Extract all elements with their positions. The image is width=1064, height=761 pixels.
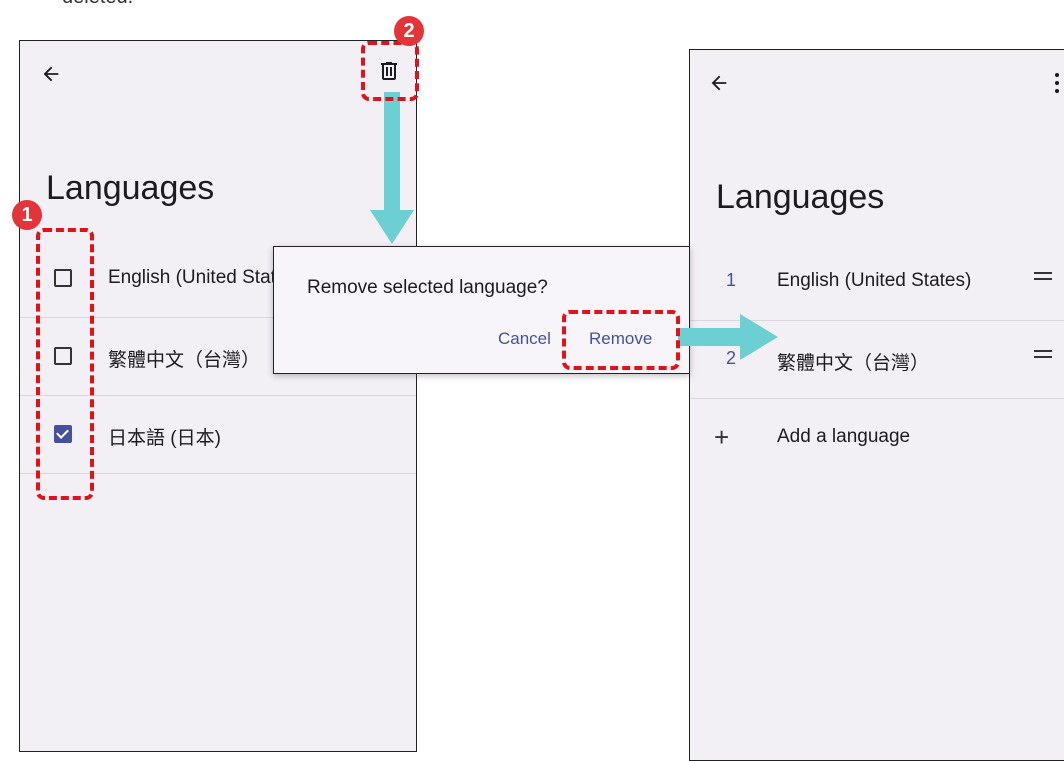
back-arrow-icon[interactable] <box>40 63 62 85</box>
language-label: 繁體中文（台灣） <box>777 353 930 374</box>
language-label: 繁體中文（台灣） <box>108 350 261 371</box>
caption-text: deleted. <box>62 0 133 9</box>
annotation-arrow-right <box>678 314 778 360</box>
step-2-badge: 2 <box>394 16 424 46</box>
back-arrow-icon[interactable] <box>708 72 730 94</box>
page-title: Languages <box>716 178 885 216</box>
language-label: English (United States) <box>777 270 972 291</box>
plus-icon: + <box>714 422 730 452</box>
annotation-arrow-down <box>370 92 414 244</box>
step-1-badge: 1 <box>12 200 42 230</box>
trash-highlight <box>361 41 419 101</box>
page-title: Languages <box>46 169 215 207</box>
right-screen: Languages 1 English (United States) 2 繁體… <box>689 49 1064 761</box>
drag-handle-icon[interactable] <box>1034 350 1052 360</box>
dialog-title: Remove selected language? <box>307 277 548 298</box>
checkbox-highlight <box>36 228 94 500</box>
language-label: 日本語 (日本) <box>108 428 221 449</box>
add-language-button[interactable]: + Add a language <box>690 398 1064 458</box>
remove-highlight <box>562 310 680 370</box>
cancel-button[interactable]: Cancel <box>498 329 551 349</box>
more-vert-icon[interactable] <box>1054 72 1060 94</box>
add-language-label: Add a language <box>777 426 911 447</box>
drag-handle-icon[interactable] <box>1034 272 1052 282</box>
language-number: 1 <box>726 270 737 290</box>
language-row[interactable]: 1 English (United States) <box>690 242 1064 321</box>
